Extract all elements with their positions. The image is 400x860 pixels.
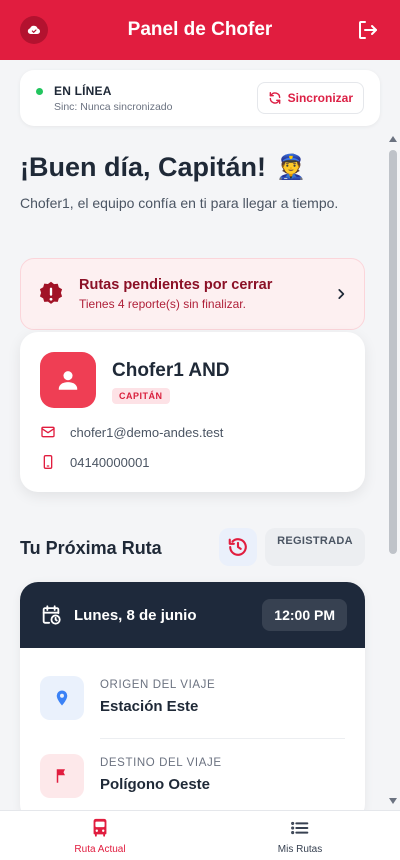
next-route-heading: Tu Próxima Ruta (20, 538, 162, 558)
alert-title: Rutas pendientes por cerrar (79, 277, 273, 293)
alert-subtitle: Tienes 4 reporte(s) sin finalizar. (79, 297, 246, 311)
route-card-header: Lunes, 8 de junio 12:00 PM (20, 582, 365, 648)
bottom-navigation: Ruta Actual Mis Rutas (0, 810, 400, 860)
scrollbar-thumb[interactable] (389, 150, 397, 554)
driver-name: Chofer1 AND (112, 360, 230, 381)
sync-info: Sinc: Nunca sincronizado (54, 100, 173, 113)
page-title: Panel de Chofer (127, 19, 273, 40)
chevron-right-icon (338, 289, 345, 299)
list-icon (291, 821, 309, 834)
route-date: Lunes, 8 de junio (74, 606, 197, 624)
calendar-clock-icon (42, 605, 61, 625)
user-icon (58, 371, 78, 390)
destination-label: DESTINO DEL VIAJE (100, 757, 222, 769)
origin-value: Estación Este (100, 698, 199, 715)
route-time: 12:00 PM (262, 599, 347, 631)
destination-value: Polígono Oeste (100, 776, 211, 793)
origin-label: ORIGEN DEL VIAJE (100, 679, 216, 691)
warning-badge-icon (39, 281, 63, 304)
police-officer-emoji: 👮 (276, 154, 306, 181)
route-destination: DESTINO DEL VIAJE Polígono Oeste (40, 754, 345, 798)
pending-routes-alert[interactable]: Rutas pendientes por cerrar Tienes 4 rep… (20, 258, 365, 330)
bus-icon (93, 818, 107, 837)
refresh-icon (269, 92, 281, 104)
nav-my-routes-label: Mis Rutas (277, 843, 323, 855)
route-history-button[interactable] (219, 528, 257, 566)
avatar (40, 352, 96, 408)
map-pin-icon (40, 676, 84, 720)
nav-my-routes[interactable]: Mis Rutas (200, 811, 400, 860)
driver-profile-card: Chofer1 AND CAPITÁN chofer1@demo-andes.t… (20, 332, 365, 492)
sync-button[interactable]: Sincronizar (256, 82, 364, 114)
greeting-subtitle: Chofer1, el equipo confía en ti para lle… (20, 195, 339, 211)
connection-status: EN LÍNEA (54, 83, 112, 98)
scroll-down-arrow[interactable] (389, 798, 397, 804)
greeting-text: ¡Buen día, Capitán! (20, 152, 267, 182)
email-row[interactable]: chofer1@demo-andes.test (40, 424, 223, 440)
sync-button-label: Sincronizar (287, 91, 353, 105)
greeting-title: ¡Buen día, Capitán! 👮 (20, 152, 306, 183)
role-badge: CAPITÁN (112, 388, 170, 404)
connection-status-card: EN LÍNEA Sinc: Nunca sincronizado Sincro… (20, 70, 380, 126)
nav-current-route[interactable]: Ruta Actual (0, 811, 200, 860)
route-status-badge: REGISTRADA (265, 528, 365, 566)
driver-phone: 04140000001 (70, 454, 150, 470)
online-indicator (36, 87, 43, 95)
history-icon (228, 538, 247, 556)
driver-email: chofer1@demo-andes.test (70, 424, 224, 440)
nav-current-route-label: Ruta Actual (74, 843, 126, 855)
next-route-card[interactable]: Lunes, 8 de junio 12:00 PM ORIGEN DEL VI… (20, 582, 365, 822)
scroll-up-arrow[interactable] (389, 136, 397, 142)
route-origin: ORIGEN DEL VIAJE Estación Este (40, 676, 345, 720)
logout-icon[interactable] (356, 18, 380, 42)
cloud-check-icon (20, 16, 48, 44)
mail-icon (41, 426, 55, 438)
flag-icon (40, 754, 84, 798)
phone-row[interactable]: 04140000001 (40, 454, 150, 470)
phone-icon (43, 455, 53, 469)
app-header: Panel de Chofer (0, 0, 400, 60)
divider (100, 738, 345, 739)
